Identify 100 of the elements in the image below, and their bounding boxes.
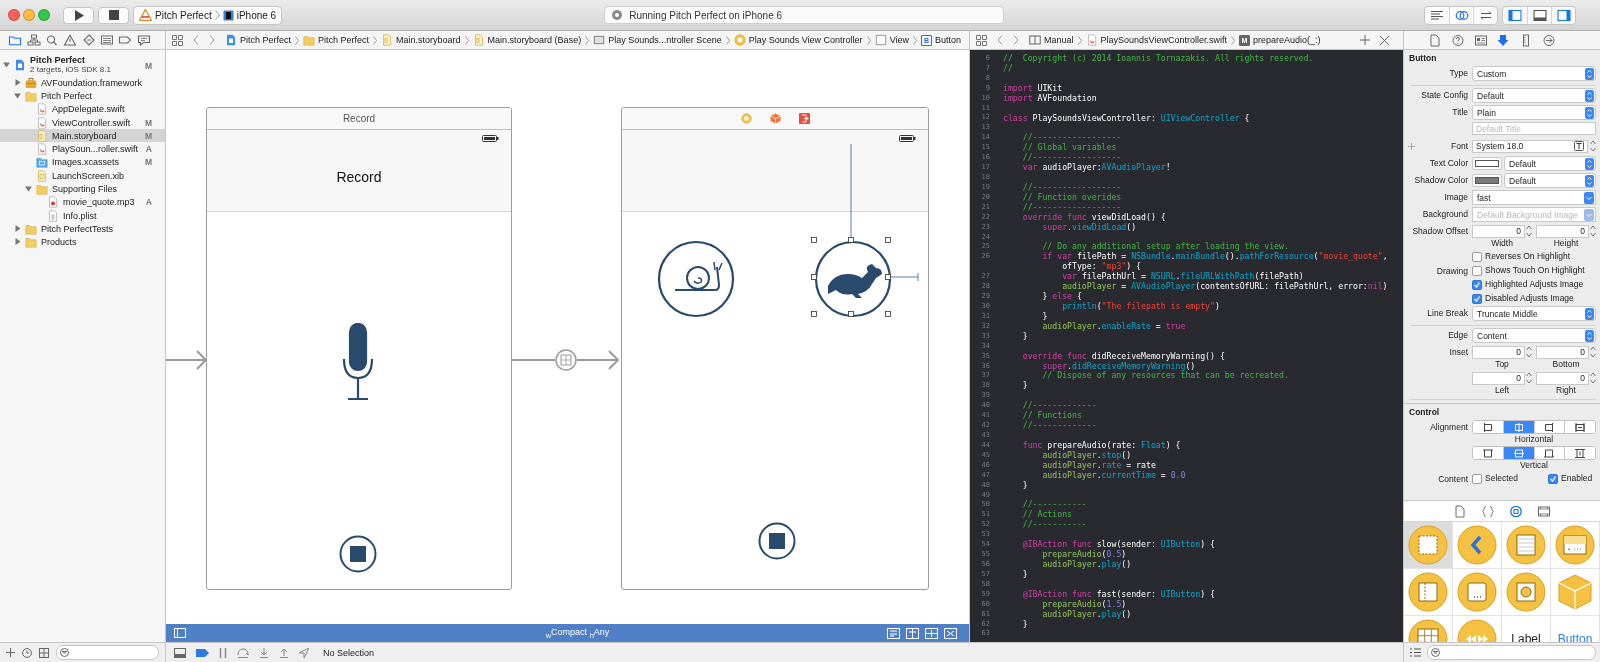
popup-button[interactable]: Content [1472, 328, 1596, 343]
add-icon[interactable] [1360, 35, 1370, 45]
popup-button[interactable]: Truncate Middle [1472, 306, 1596, 321]
pause-icon[interactable] [219, 647, 227, 658]
alignment-segment[interactable] [1564, 447, 1595, 459]
file-library-tab[interactable] [1453, 504, 1467, 518]
forward-icon[interactable] [1013, 35, 1019, 45]
popup-button[interactable]: Default [1504, 156, 1596, 171]
reports-navigator-tab[interactable] [136, 34, 151, 46]
close-window-button[interactable] [8, 9, 20, 21]
number-field[interactable]: 0 [1536, 345, 1589, 359]
file-row[interactable]: PlaySoun...roller.swift A [0, 142, 165, 156]
clock-icon[interactable] [22, 647, 32, 658]
identity-inspector-tab[interactable] [1473, 33, 1488, 47]
breadcrumb[interactable]: Play Sounds View Controller [733, 34, 863, 46]
file-row[interactable]: Products [0, 235, 165, 249]
breakpoint-icon[interactable] [196, 648, 209, 657]
breadcrumb[interactable]: PlaySoundsViewController.swift [1085, 34, 1227, 46]
filter-field[interactable] [56, 645, 159, 660]
library-item[interactable] [1502, 522, 1551, 569]
back-icon[interactable] [997, 35, 1003, 45]
file-row[interactable]: Images.xcassets M [0, 155, 165, 170]
library-item[interactable] [1404, 569, 1453, 616]
stepper-icon[interactable] [1526, 345, 1532, 359]
stepper-icon[interactable] [1526, 224, 1532, 238]
tests-navigator-tab[interactable] [81, 34, 96, 46]
help-inspector-tab[interactable] [1451, 33, 1465, 47]
segue-arrow[interactable] [512, 348, 620, 372]
breadcrumb[interactable]: Play Sounds...ntroller Scene [593, 34, 722, 46]
attributes-inspector-tab[interactable] [1496, 33, 1511, 47]
document-outline-toggle-icon[interactable] [174, 628, 186, 638]
image-combo-box[interactable]: fast [1472, 190, 1596, 205]
popup-button[interactable]: Plain [1472, 105, 1596, 120]
checkbox[interactable]: Disabled Adjusts Image [1472, 292, 1596, 305]
step-into-icon[interactable] [259, 647, 269, 658]
forward-icon[interactable] [209, 35, 215, 45]
zoom-window-button[interactable] [38, 9, 50, 21]
cube-icon[interactable] [769, 113, 781, 124]
library-item[interactable] [1502, 569, 1551, 616]
stepper-icon[interactable] [1590, 371, 1596, 385]
breadcrumb[interactable]: Main.storyboard [381, 34, 461, 46]
file-row[interactable]: movie_quote.mp3 A [0, 195, 165, 209]
expanded-triangle-icon[interactable] [14, 91, 22, 100]
popup-button[interactable]: Default [1504, 173, 1596, 188]
file-row[interactable]: Pitch Perfect 2 targets, iOS SDK 8.1 M [0, 53, 165, 76]
file-row[interactable]: AVFoundation.framework [0, 76, 165, 90]
size-class-selector[interactable]: $_{w}$Compact $_{h}$Any [463, 626, 610, 640]
stop-button[interactable] [758, 522, 796, 560]
file-row[interactable]: AppDelegate.swift [0, 102, 165, 116]
checkbox[interactable]: Reverses On Highlight [1472, 250, 1596, 263]
search-navigator-tab[interactable] [44, 34, 59, 46]
related-items-icon[interactable] [976, 34, 987, 46]
library-item[interactable] [1453, 522, 1502, 569]
font-field[interactable]: System 18.0 [1472, 139, 1588, 153]
rabbit-button[interactable] [814, 240, 892, 318]
number-field[interactable]: 0 [1536, 224, 1589, 238]
alignment-control[interactable] [1472, 446, 1596, 460]
checkbox[interactable]: Selected [1472, 472, 1519, 485]
editor-mode-control[interactable] [1424, 5, 1498, 25]
console-toggle-icon[interactable] [174, 647, 186, 658]
file-row[interactable]: Supporting Files [0, 182, 165, 196]
expanded-triangle-icon[interactable] [25, 185, 33, 193]
stop-button[interactable] [339, 535, 377, 573]
stack-icon[interactable] [887, 627, 900, 639]
alignment-control[interactable] [1472, 420, 1596, 434]
list-view-icon[interactable] [1410, 648, 1421, 657]
scheme-selector[interactable]: Pitch Perfect [139, 9, 212, 21]
debug-navigator-tab[interactable] [100, 34, 115, 46]
breadcrumb[interactable]: Manual [1029, 34, 1074, 46]
checkbox[interactable]: Shows Touch On Highlight [1472, 264, 1596, 277]
popup-button[interactable]: Custom [1472, 66, 1596, 81]
step-over-icon[interactable] [237, 647, 249, 658]
collapsed-triangle-icon[interactable] [14, 78, 22, 87]
back-icon[interactable] [193, 35, 199, 45]
issues-navigator-tab[interactable] [63, 34, 78, 46]
library-item[interactable] [1404, 522, 1453, 569]
microphone-button[interactable] [342, 323, 374, 401]
file-row[interactable]: Pitch PerfectTests [0, 222, 165, 236]
stepper-icon[interactable] [1526, 371, 1532, 385]
selected-file-row[interactable]: Main.storyboard M [0, 129, 165, 143]
checkbox[interactable]: Enabled [1548, 472, 1593, 485]
media-library-tab[interactable] [1537, 504, 1551, 518]
stepper-icon[interactable] [1590, 224, 1596, 238]
expanded-triangle-icon[interactable] [3, 60, 11, 69]
checkbox[interactable]: Highlighted Adjusts Image [1472, 278, 1596, 291]
connections-inspector-tab[interactable] [1541, 33, 1556, 47]
breadcrumb[interactable]: Main.storyboard (Base) [472, 34, 582, 46]
color-well[interactable] [1472, 157, 1502, 170]
related-items-icon[interactable] [172, 34, 183, 46]
file-row[interactable]: Info.plist [0, 208, 165, 223]
collapsed-triangle-icon[interactable] [14, 238, 22, 247]
library-item[interactable] [1453, 569, 1502, 616]
close-icon[interactable] [1380, 35, 1389, 45]
file-row[interactable]: ViewController.swift M [0, 115, 165, 130]
object-library-tab[interactable] [1509, 504, 1523, 518]
breadcrumb[interactable]: Pitch Perfect [303, 34, 370, 46]
scene-frame[interactable]: Record Record [206, 107, 512, 590]
library-item[interactable] [1551, 522, 1600, 569]
snippet-library-tab[interactable] [1481, 504, 1495, 518]
grid-icon[interactable] [39, 647, 49, 658]
